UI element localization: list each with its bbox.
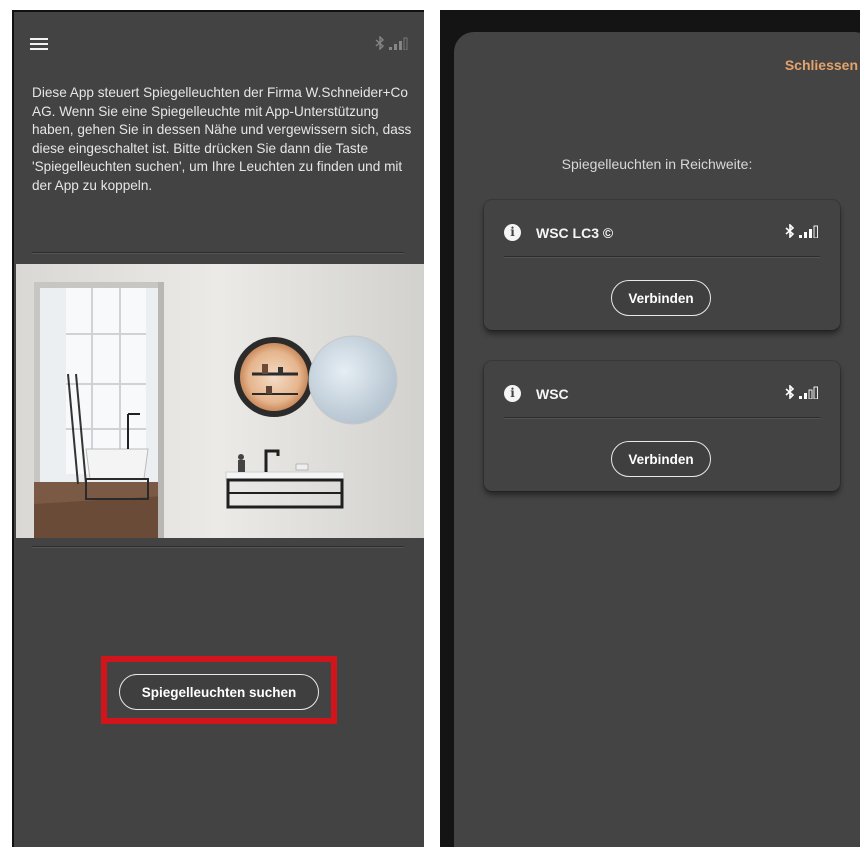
device-name: WSC	[536, 386, 569, 402]
connect-button[interactable]: Verbinden	[611, 280, 711, 316]
search-lights-button[interactable]: Spiegelleuchten suchen	[119, 674, 319, 710]
bluetooth-icon	[375, 36, 385, 50]
range-title: Spiegelleuchten in Reichweite:	[561, 156, 753, 172]
hamburger-menu-icon[interactable]	[30, 38, 48, 52]
info-icon[interactable]: i	[504, 385, 521, 402]
bluetooth-icon	[785, 224, 795, 238]
divider-top	[32, 252, 404, 254]
info-icon[interactable]: i	[504, 224, 521, 241]
device-signal	[785, 385, 820, 399]
bluetooth-icon	[785, 385, 795, 399]
scan-results-sheet: Schliessen Spiegelleuchten in Reichweite…	[454, 32, 860, 847]
screenshot-stage: Diese App steuert Spiegelleuchten der Fi…	[0, 0, 860, 847]
signal-strength-icon	[389, 37, 408, 50]
close-link[interactable]: Schliessen	[785, 57, 858, 73]
card-divider	[504, 417, 820, 419]
app-start-screen: Diese App steuert Spiegelleuchten der Fi…	[12, 10, 424, 847]
device-scan-screen: Schliessen Spiegelleuchten in Reichweite…	[440, 10, 860, 847]
connect-button[interactable]: Verbinden	[611, 441, 711, 477]
device-card-2: i WSC Verbinden	[484, 361, 840, 491]
signal-strength-icon	[799, 386, 818, 399]
device-name: WSC LC3 ©	[536, 225, 614, 241]
device-signal	[785, 224, 820, 238]
connection-status	[375, 36, 408, 50]
device-card-1: i WSC LC3 © Verbinden	[484, 200, 840, 330]
intro-description: Diese App steuert Spiegelleuchten der Fi…	[32, 85, 412, 193]
signal-strength-icon	[799, 225, 818, 238]
card-divider	[504, 256, 820, 258]
divider-bottom	[32, 546, 404, 548]
bathroom-mirror-photo	[16, 264, 424, 538]
